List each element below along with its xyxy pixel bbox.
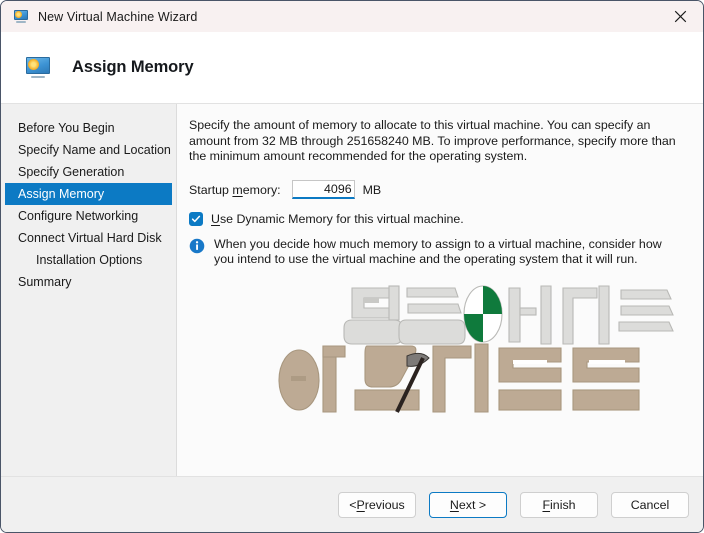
info-note-text: When you decide how much memory to assig…: [214, 236, 662, 267]
startup-memory-input[interactable]: [291, 180, 355, 200]
info-circle-icon: [189, 238, 205, 254]
description-text: Specify the amount of memory to allocate…: [189, 118, 676, 164]
window-titlebar[interactable]: New Virtual Machine Wizard: [1, 1, 703, 32]
startup-memory-row: Startup memory: MB: [189, 179, 685, 201]
sidebar-item-configure-networking[interactable]: Configure Networking: [5, 205, 172, 227]
info-note: When you decide how much memory to assig…: [189, 237, 685, 268]
sidebar-item-specify-name-and-location[interactable]: Specify Name and Location: [5, 139, 172, 161]
cancel-button[interactable]: Cancel: [611, 491, 689, 518]
vm-monitor-icon: [25, 55, 51, 81]
sidebar-item-installation-options[interactable]: Installation Options: [5, 249, 172, 271]
next-button[interactable]: Next >: [429, 491, 507, 518]
finish-button[interactable]: Finish: [520, 491, 598, 518]
startup-memory-label: Startup memory:: [189, 182, 281, 197]
dynamic-memory-checkbox-label: Use Dynamic Memory for this virtual mach…: [211, 211, 464, 226]
dynamic-memory-checkbox[interactable]: Use Dynamic Memory for this virtual mach…: [189, 211, 685, 226]
sidebar-item-specify-generation[interactable]: Specify Generation: [5, 161, 172, 183]
screenshot-root: New Virtual Machine Wizard Assign Memory: [0, 0, 704, 533]
page-title: Assign Memory: [72, 58, 194, 76]
page-header: Assign Memory: [1, 32, 703, 104]
wizard-body: Before You Begin Specify Name and Locati…: [1, 104, 703, 476]
wizard-step-nav: Before You Begin Specify Name and Locati…: [1, 104, 177, 476]
sidebar-item-before-you-begin[interactable]: Before You Begin: [5, 117, 172, 139]
new-virtual-machine-wizard-window: New Virtual Machine Wizard Assign Memory: [0, 0, 704, 533]
wizard-main-content: Specify the amount of memory to allocate…: [177, 104, 703, 476]
startup-memory-unit: MB: [362, 182, 382, 197]
close-icon[interactable]: [658, 1, 703, 32]
window-title: New Virtual Machine Wizard: [38, 9, 198, 24]
asgard-watermark: [277, 272, 677, 422]
wizard-footer: < Previous Next > Finish Cancel: [1, 476, 703, 532]
sidebar-item-summary[interactable]: Summary: [5, 271, 172, 293]
checkmark-icon: [189, 211, 203, 226]
sidebar-item-assign-memory[interactable]: Assign Memory: [5, 183, 172, 205]
previous-button[interactable]: < Previous: [338, 491, 416, 518]
sidebar-item-connect-virtual-hard-disk[interactable]: Connect Virtual Hard Disk: [5, 227, 172, 249]
vm-monitor-icon: [13, 9, 29, 25]
